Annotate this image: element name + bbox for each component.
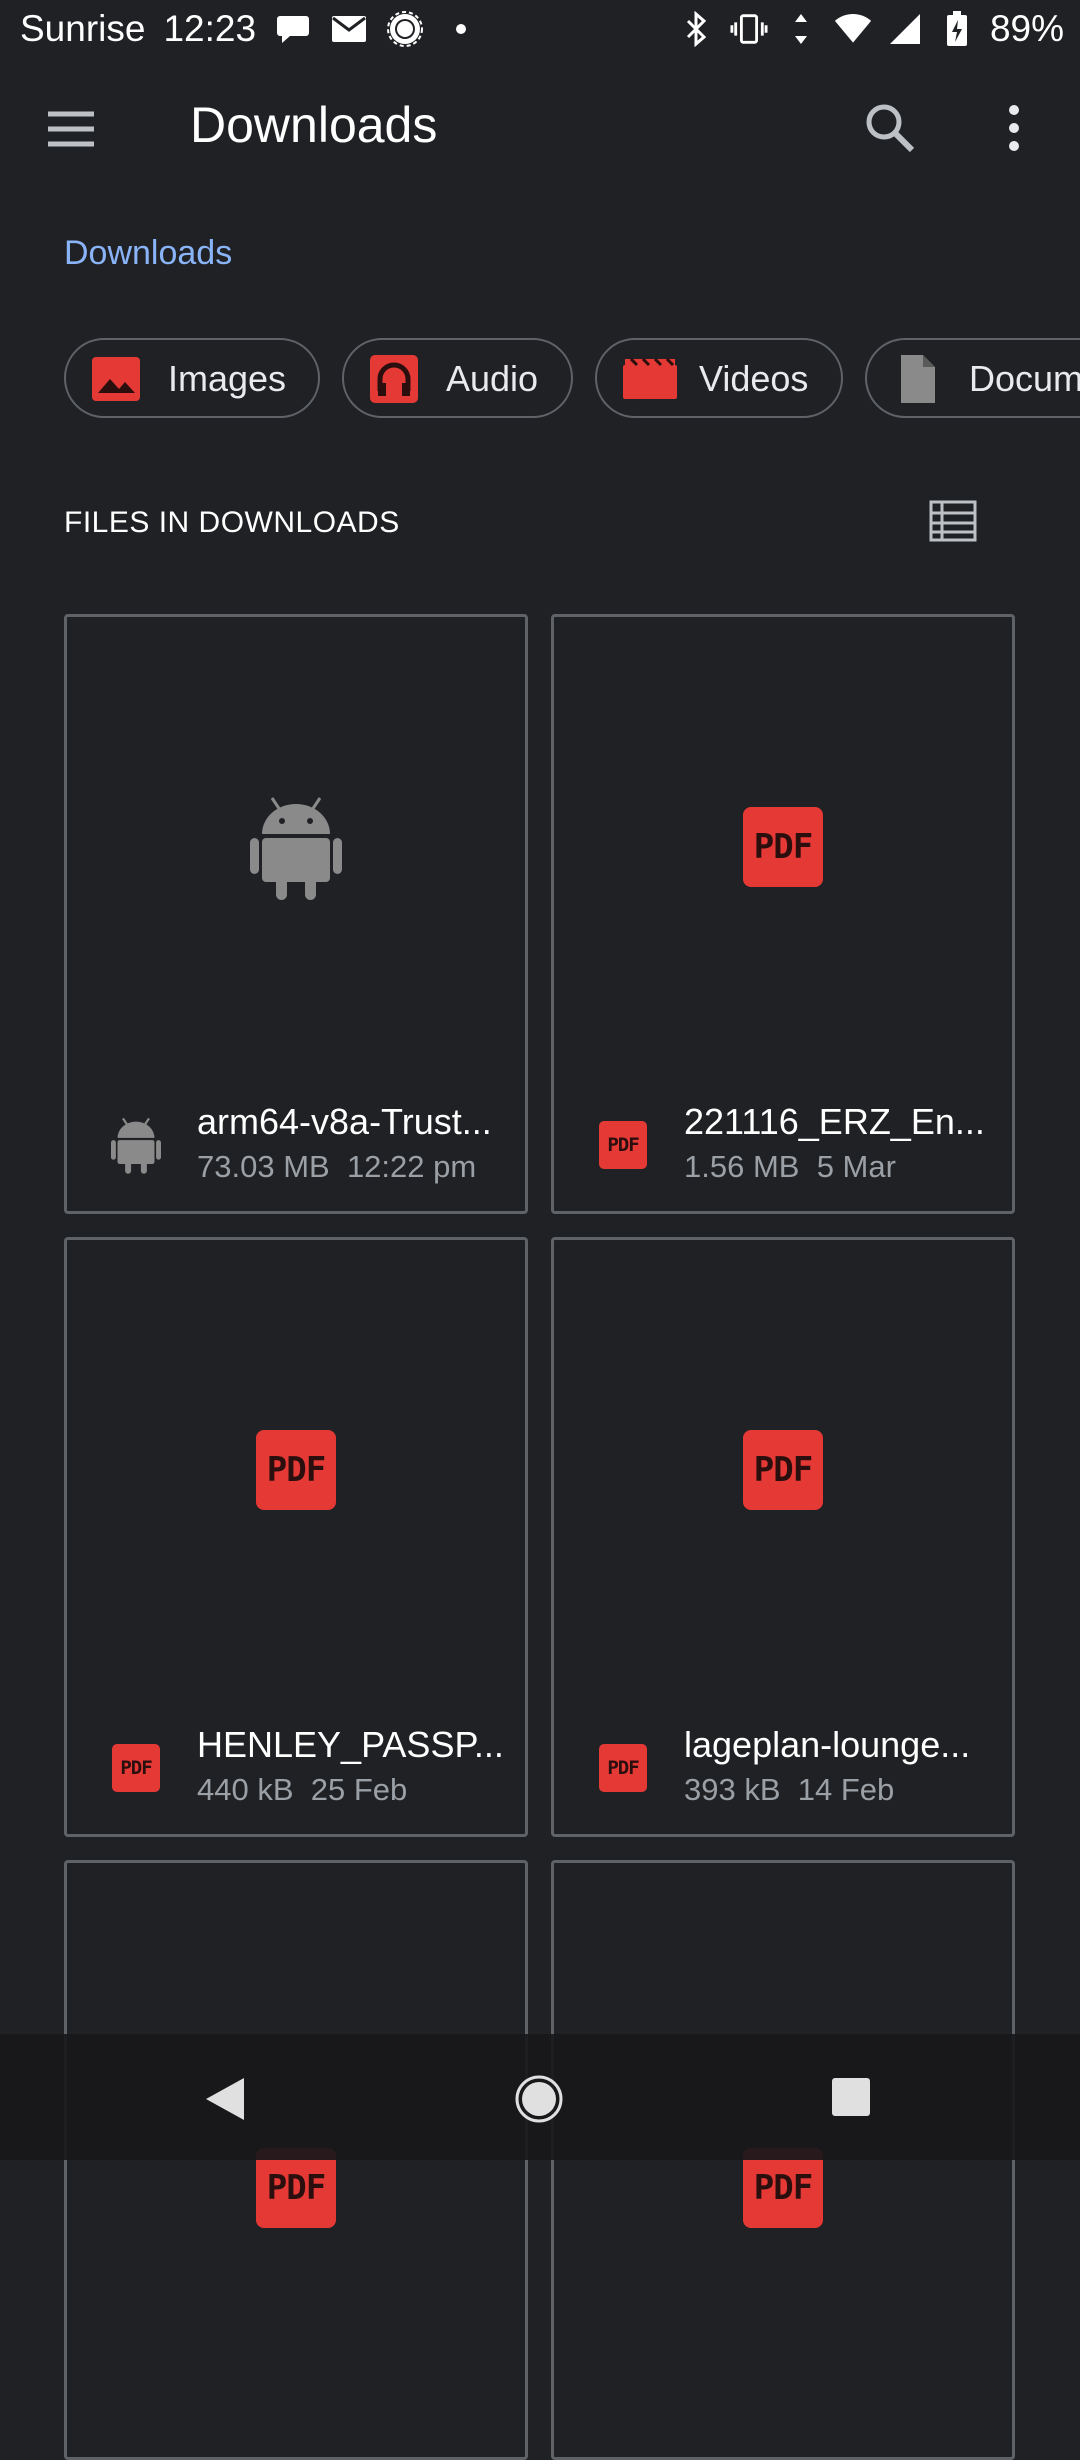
file-name: HENLEY_PASSP...: [197, 1724, 504, 1765]
file-name: arm64-v8a-Trust...: [197, 1101, 492, 1142]
file-card[interactable]: PDF PDF 221116_ERZ_En... 1.56 MB 5 Mar: [551, 614, 1015, 1214]
more-vert-icon: [1009, 105, 1019, 151]
mail-icon: [330, 10, 368, 48]
home-circle-icon: [515, 2075, 563, 2123]
list-view-icon: [929, 500, 977, 542]
hamburger-menu-icon: [48, 111, 94, 147]
document-icon: [893, 355, 941, 403]
recents-button[interactable]: [830, 2076, 872, 2118]
signal-app-icon: [386, 10, 424, 48]
chip-documents[interactable]: Docum: [865, 338, 1080, 418]
pdf-icon: PDF: [743, 1430, 823, 1510]
chip-images[interactable]: Images: [64, 338, 320, 418]
file-date: 5 Mar: [816, 1149, 896, 1184]
wifi-icon: [834, 10, 872, 48]
app-toolbar: Downloads: [0, 66, 1080, 190]
bluetooth-icon: [678, 10, 716, 48]
file-meta: 393 kB 14 Feb: [684, 1772, 894, 1808]
file-card[interactable]: PDF: [551, 1860, 1015, 2460]
battery-percent: 89%: [989, 8, 1064, 49]
file-meta: 73.03 MB 12:22 pm: [197, 1149, 476, 1185]
back-button[interactable]: [200, 2074, 250, 2124]
file-preview: [67, 617, 525, 1077]
recents-square-icon: [832, 2078, 870, 2116]
status-time: 12:23: [163, 8, 257, 49]
chip-label: Docum: [969, 358, 1080, 399]
pdf-small-icon: PDF: [111, 1738, 161, 1798]
file-date: 14 Feb: [797, 1772, 895, 1807]
home-button[interactable]: [512, 2072, 566, 2126]
notification-dot-icon: [442, 10, 480, 48]
headphones-icon: [370, 355, 418, 403]
list-view-toggle[interactable]: [928, 496, 978, 546]
file-name: 221116_ERZ_En...: [684, 1101, 985, 1142]
file-preview: PDF: [554, 1240, 1012, 1700]
file-size: 73.03 MB: [197, 1149, 330, 1184]
image-icon: [92, 355, 140, 403]
file-date: 25 Feb: [310, 1772, 408, 1807]
file-size: 1.56 MB: [684, 1149, 800, 1184]
system-nav-bar: [0, 2034, 1080, 2160]
vibrate-icon: [730, 10, 768, 48]
more-options-button[interactable]: [996, 98, 1032, 158]
file-name: lageplan-lounge...: [684, 1724, 971, 1765]
android-small-icon: [111, 1115, 161, 1175]
page-title: Downloads: [190, 97, 438, 153]
chat-bubble-icon: [274, 10, 312, 48]
data-arrows-icon: [782, 10, 820, 48]
pdf-small-icon: PDF: [598, 1115, 648, 1175]
movie-icon: [623, 355, 677, 403]
file-meta: 440 kB 25 Feb: [197, 1772, 407, 1808]
pdf-icon: PDF: [743, 807, 823, 887]
pdf-icon: PDF: [256, 1430, 336, 1510]
chip-audio[interactable]: Audio: [342, 338, 573, 418]
file-card[interactable]: PDF PDF lageplan-lounge... 393 kB 14 Feb: [551, 1237, 1015, 1837]
back-triangle-icon: [206, 2078, 244, 2120]
chip-videos[interactable]: Videos: [595, 338, 843, 418]
search-icon: [866, 104, 915, 153]
file-date: 12:22 pm: [346, 1149, 477, 1184]
carrier-name: Sunrise: [20, 8, 146, 49]
chip-label: Audio: [446, 358, 539, 399]
file-card[interactable]: arm64-v8a-Trust... 73.03 MB 12:22 pm: [64, 614, 528, 1214]
file-size: 393 kB: [684, 1772, 781, 1807]
file-card[interactable]: PDF PDF HENLEY_PASSP... 440 kB 25 Feb: [64, 1237, 528, 1837]
file-preview: PDF: [67, 1240, 525, 1700]
chip-label: Images: [168, 358, 287, 399]
breadcrumb[interactable]: Downloads: [64, 234, 232, 273]
file-size: 440 kB: [197, 1772, 294, 1807]
file-preview: PDF: [554, 617, 1012, 1077]
cell-signal-icon: [886, 10, 924, 48]
android-icon: [250, 797, 342, 900]
search-button[interactable]: [860, 98, 920, 158]
section-title: FILES IN DOWNLOADS: [64, 506, 400, 539]
file-card[interactable]: PDF: [64, 1860, 528, 2460]
file-meta: 1.56 MB 5 Mar: [684, 1149, 896, 1185]
battery-charging-icon: [938, 10, 976, 48]
pdf-small-icon: PDF: [598, 1738, 648, 1798]
chip-label: Videos: [699, 358, 809, 399]
status-bar: Sunrise 12:23 89%: [0, 0, 1080, 66]
pdf-icon: PDF: [743, 2148, 823, 2228]
menu-button[interactable]: [44, 102, 98, 156]
pdf-icon: PDF: [256, 2148, 336, 2228]
